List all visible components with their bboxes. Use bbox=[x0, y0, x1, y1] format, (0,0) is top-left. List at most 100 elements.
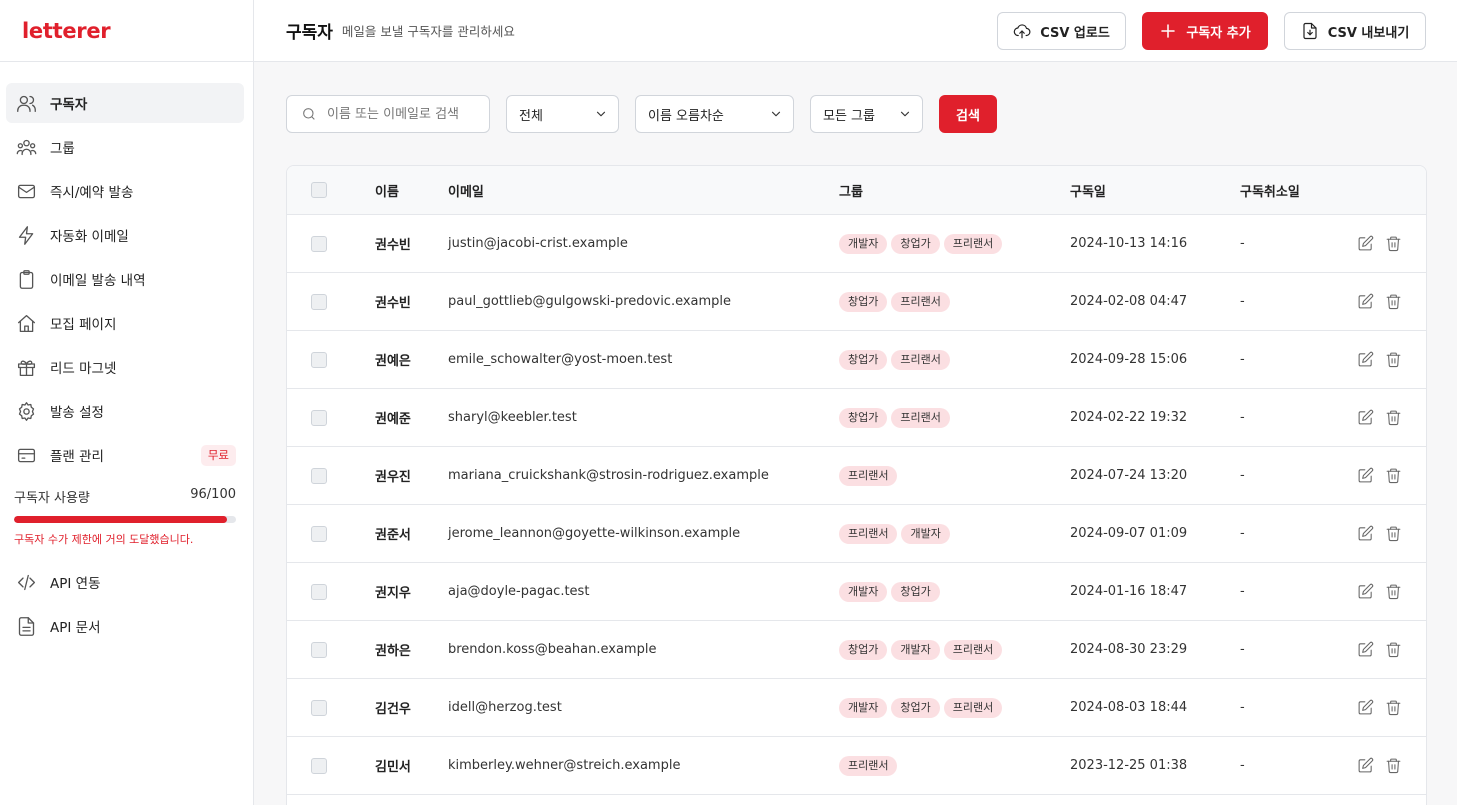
sidebar-item-groups[interactable]: 그룹 bbox=[6, 127, 244, 167]
edit-icon[interactable] bbox=[1356, 641, 1374, 659]
subscriber-name: 권예준 bbox=[375, 412, 411, 427]
sidebar-bottom-nav: API 연동 API 문서 bbox=[0, 547, 253, 646]
trash-icon[interactable] bbox=[1384, 467, 1402, 485]
row-checkbox[interactable] bbox=[311, 293, 327, 310]
group-tag: 개발자 bbox=[839, 581, 888, 602]
group-select-value: 모든 그룹 bbox=[823, 108, 875, 124]
row-actions bbox=[1356, 621, 1412, 678]
row-checkbox[interactable] bbox=[311, 351, 327, 368]
csv-export-button[interactable]: CSV 내보내기 bbox=[1284, 12, 1426, 50]
subscribed-date: 2024-01-16 18:47 bbox=[1070, 584, 1188, 599]
subscribed-date: 2024-09-07 01:09 bbox=[1070, 526, 1188, 541]
sidebar-item-api[interactable]: API 연동 bbox=[6, 562, 244, 602]
row-checkbox[interactable] bbox=[311, 467, 327, 484]
row-checkbox[interactable] bbox=[311, 525, 327, 542]
table-row: 권우진 mariana_cruickshank@strosin-rodrigue… bbox=[287, 447, 1426, 505]
trash-icon[interactable] bbox=[1384, 699, 1402, 717]
row-checkbox[interactable] bbox=[311, 583, 327, 600]
group-tag: 프리랜서 bbox=[839, 755, 898, 776]
row-checkbox-cell bbox=[311, 389, 327, 446]
column-header-name[interactable]: 이름 bbox=[375, 166, 399, 214]
subscriber-email: kimberley.wehner@streich.example bbox=[448, 758, 681, 773]
edit-icon[interactable] bbox=[1356, 525, 1374, 543]
trash-icon[interactable] bbox=[1384, 351, 1402, 369]
trash-icon[interactable] bbox=[1384, 757, 1402, 775]
sidebar-item-settings[interactable]: 발송 설정 bbox=[6, 391, 244, 431]
edit-icon[interactable] bbox=[1356, 583, 1374, 601]
row-checkbox[interactable] bbox=[311, 641, 327, 658]
subscriber-email: idell@herzog.test bbox=[448, 700, 562, 715]
subscriber-email: brendon.koss@beahan.example bbox=[448, 642, 657, 657]
column-header-subscribed[interactable]: 구독일 bbox=[1070, 166, 1106, 214]
column-header-email[interactable]: 이메일 bbox=[448, 166, 484, 214]
row-actions bbox=[1356, 447, 1412, 504]
trash-icon[interactable] bbox=[1384, 409, 1402, 427]
group-tag: 프리랜서 bbox=[891, 291, 950, 312]
edit-icon[interactable] bbox=[1356, 757, 1374, 775]
sidebar-item-label: 이메일 발송 내역 bbox=[50, 273, 146, 289]
search-button[interactable]: 검색 bbox=[939, 95, 997, 133]
group-select[interactable]: 모든 그룹 bbox=[810, 95, 923, 133]
column-header-unsubscribed[interactable]: 구독취소일 bbox=[1240, 166, 1300, 214]
sidebar-item-subscribers[interactable]: 구독자 bbox=[6, 83, 244, 123]
add-subscriber-label: 구독자 추가 bbox=[1186, 25, 1251, 41]
sidebar-item-label: 리드 마그넷 bbox=[50, 361, 117, 377]
status-select-value: 전체 bbox=[519, 108, 543, 124]
subscriber-groups: 개발자 창업가 bbox=[839, 563, 944, 620]
logo-text[interactable]: letterer bbox=[22, 19, 111, 43]
edit-icon[interactable] bbox=[1356, 235, 1374, 253]
row-checkbox[interactable] bbox=[311, 409, 327, 426]
chevron-down-icon bbox=[771, 111, 781, 117]
row-checkbox[interactable] bbox=[311, 699, 327, 716]
unsubscribed-date: - bbox=[1240, 410, 1245, 425]
sidebar-item-send[interactable]: 즉시/예약 발송 bbox=[6, 171, 244, 211]
unsubscribed-date: - bbox=[1240, 584, 1245, 599]
sidebar-item-landing[interactable]: 모집 페이지 bbox=[6, 303, 244, 343]
group-icon bbox=[15, 136, 37, 158]
csv-export-label: CSV 내보내기 bbox=[1327, 25, 1410, 41]
sidebar-item-api-docs[interactable]: API 문서 bbox=[6, 606, 244, 646]
unsubscribed-date: - bbox=[1240, 700, 1245, 715]
table-header: 이름 이메일 그룹 구독일 구독취소일 bbox=[287, 166, 1426, 215]
edit-icon[interactable] bbox=[1356, 351, 1374, 369]
subscriber-email: emile_schowalter@yost-moen.test bbox=[448, 352, 673, 367]
usage-progress-fill bbox=[14, 516, 228, 523]
sidebar-item-history[interactable]: 이메일 발송 내역 bbox=[6, 259, 244, 299]
row-checkbox[interactable] bbox=[311, 235, 327, 252]
group-tag: 창업가 bbox=[839, 639, 888, 660]
clipboard-icon bbox=[15, 268, 37, 290]
row-checkbox[interactable] bbox=[311, 757, 327, 774]
subscriber-name: 권지우 bbox=[375, 586, 411, 601]
trash-icon[interactable] bbox=[1384, 583, 1402, 601]
sort-select[interactable]: 이름 오름차순 bbox=[635, 95, 794, 133]
add-subscriber-button[interactable]: 구독자 추가 bbox=[1142, 12, 1268, 50]
group-tag: 개발자 bbox=[901, 523, 950, 544]
edit-icon[interactable] bbox=[1356, 467, 1374, 485]
subscribed-date: 2024-08-30 23:29 bbox=[1070, 642, 1188, 657]
subscriber-email: sharyl@keebler.test bbox=[448, 410, 577, 425]
edit-icon[interactable] bbox=[1356, 699, 1374, 717]
logo[interactable]: letterer bbox=[0, 0, 253, 62]
sidebar-item-automation[interactable]: 자동화 이메일 bbox=[6, 215, 244, 255]
users-icon bbox=[15, 92, 37, 114]
subscriber-name: 김건우 bbox=[375, 702, 411, 717]
status-select[interactable]: 전체 bbox=[506, 95, 619, 133]
search-box[interactable] bbox=[286, 95, 490, 133]
edit-icon[interactable] bbox=[1356, 409, 1374, 427]
select-all-checkbox[interactable] bbox=[311, 182, 327, 198]
sidebar-item-label: 발송 설정 bbox=[50, 405, 104, 421]
column-header-group[interactable]: 그룹 bbox=[839, 166, 863, 214]
trash-icon[interactable] bbox=[1384, 235, 1402, 253]
row-actions bbox=[1356, 679, 1412, 736]
trash-icon[interactable] bbox=[1384, 293, 1402, 311]
sidebar-item-plan[interactable]: 플랜 관리 무료 bbox=[6, 435, 244, 475]
csv-upload-button[interactable]: CSV 업로드 bbox=[997, 12, 1126, 50]
trash-icon[interactable] bbox=[1384, 525, 1402, 543]
edit-icon[interactable] bbox=[1356, 293, 1374, 311]
search-icon bbox=[303, 108, 315, 120]
group-tag: 개발자 bbox=[839, 697, 888, 718]
sidebar-item-lead-magnet[interactable]: 리드 마그넷 bbox=[6, 347, 244, 387]
trash-icon[interactable] bbox=[1384, 641, 1402, 659]
search-input[interactable] bbox=[327, 106, 477, 122]
subscriber-email: aja@doyle-pagac.test bbox=[448, 584, 590, 599]
